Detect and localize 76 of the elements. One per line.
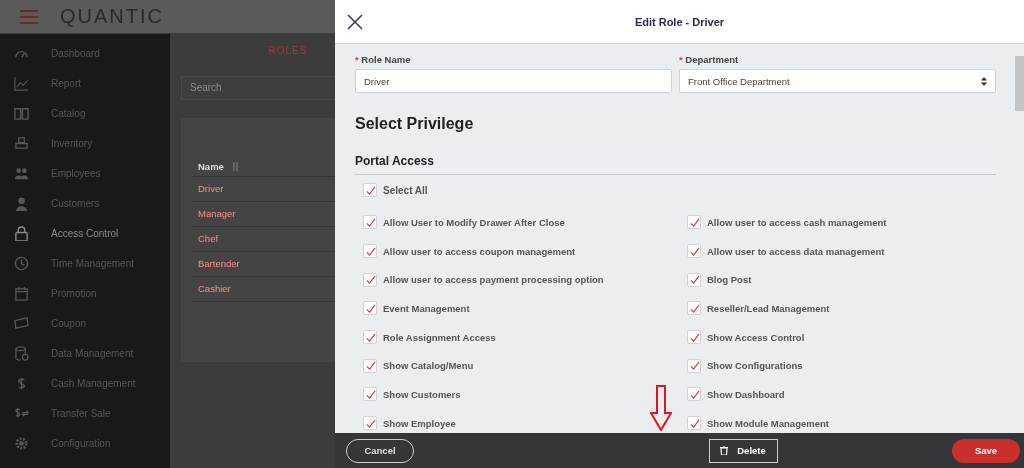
- checkbox-label: Reseller/Lead Management: [707, 302, 830, 314]
- checkbox[interactable]: [363, 358, 377, 373]
- checkbox-label: Show Employee: [383, 417, 456, 429]
- delete-button[interactable]: Delete: [708, 438, 778, 463]
- checkbox-label: Show Module Management: [707, 417, 829, 429]
- checkbox[interactable]: [687, 416, 701, 431]
- checkbox[interactable]: [363, 244, 377, 259]
- section-heading: Select Privilege: [355, 115, 475, 133]
- gear-icon: [14, 435, 29, 451]
- checkbox[interactable]: [687, 301, 701, 316]
- checkbox[interactable]: [363, 330, 377, 345]
- sidebar-item[interactable]: Time Management: [0, 248, 170, 278]
- checkbox[interactable]: [363, 215, 377, 230]
- field-label: * Department: [679, 54, 740, 65]
- line-chart-icon: [14, 75, 29, 91]
- sidebar-item[interactable]: Inventory: [0, 128, 170, 158]
- save-button[interactable]: Save: [952, 438, 1020, 463]
- sidebar-item[interactable]: Access Control: [0, 218, 170, 248]
- people-icon: [14, 165, 29, 181]
- database-icon: [14, 345, 29, 361]
- sidebar-item[interactable]: Coupon: [0, 308, 170, 338]
- down-arrow-icon: [650, 385, 672, 431]
- page-title: ROLES: [267, 45, 309, 56]
- sidebar-item[interactable]: Catalog: [0, 98, 170, 128]
- checkbox[interactable]: [687, 358, 701, 373]
- checkbox-label: Show Catalog/Menu: [383, 360, 474, 372]
- checkbox[interactable]: [363, 272, 377, 287]
- checkbox-label: Select All: [383, 184, 428, 196]
- checkbox[interactable]: [687, 244, 701, 259]
- checkbox-label: Show Access Control: [707, 331, 805, 343]
- column-header[interactable]: Name: [192, 161, 335, 177]
- sidebar-item[interactable]: Employees: [0, 158, 170, 188]
- checkbox[interactable]: [687, 215, 701, 230]
- checkbox-label: Allow User to Modify Drawer After Close: [383, 216, 565, 228]
- checkbox[interactable]: [687, 387, 701, 402]
- sidebar-item[interactable]: Transfer Sale: [0, 398, 170, 428]
- sidebar-item[interactable]: Data Management: [0, 338, 170, 368]
- dialog-title: Edit Role - Driver: [634, 15, 725, 28]
- checkbox[interactable]: [363, 183, 377, 197]
- checkbox-label: Blog Post: [707, 274, 752, 286]
- sidebar-item[interactable]: Cash Management: [0, 368, 170, 398]
- sidebar-item[interactable]: Customers: [0, 188, 170, 218]
- checkbox-label: Show Customers: [383, 388, 461, 400]
- checkbox-label: Allow user to access coupon management: [383, 245, 576, 257]
- calendar-icon: [14, 285, 29, 301]
- field-label: * Role Name: [355, 54, 412, 65]
- checkbox[interactable]: [687, 272, 701, 287]
- sort-caret-icon: [981, 76, 987, 86]
- checkbox-label: Show Configurations: [707, 360, 803, 372]
- ticket-icon: [14, 315, 29, 331]
- clock-icon: [14, 255, 29, 271]
- checkbox-label: Allow user to access data management: [707, 245, 885, 257]
- role-name-field[interactable]: Driver: [355, 69, 672, 93]
- sidebar-item[interactable]: Dashboard: [0, 38, 170, 68]
- checkbox-label: Allow user to access payment processing option: [383, 274, 604, 286]
- checkbox[interactable]: [363, 416, 377, 431]
- department-dropdown[interactable]: Front Office Department: [679, 69, 996, 93]
- checkbox[interactable]: [363, 301, 377, 316]
- checkbox[interactable]: [687, 330, 701, 345]
- sidebar-item[interactable]: Configuration: [0, 428, 170, 458]
- checkbox[interactable]: [363, 387, 377, 402]
- boxes-icon: [14, 135, 29, 151]
- sidebar-item[interactable]: Promotion: [0, 278, 170, 308]
- checkbox-label: Allow user to access cash management: [707, 216, 887, 228]
- sort-icon: [231, 162, 239, 171]
- search-field[interactable]: Search: [181, 76, 335, 100]
- trash-icon: [720, 446, 729, 455]
- close-icon[interactable]: [347, 13, 363, 30]
- subsection-heading: Portal Access: [355, 154, 435, 168]
- sidebar-item[interactable]: Report: [0, 68, 170, 98]
- checkbox-label: Event Management: [383, 302, 470, 314]
- lock-icon: [14, 225, 29, 241]
- checkbox-label: Show Dashboard: [707, 388, 785, 400]
- book-icon: [14, 105, 29, 121]
- checkbox-label: Role Assignment Access: [383, 331, 496, 343]
- person-icon: [14, 195, 29, 211]
